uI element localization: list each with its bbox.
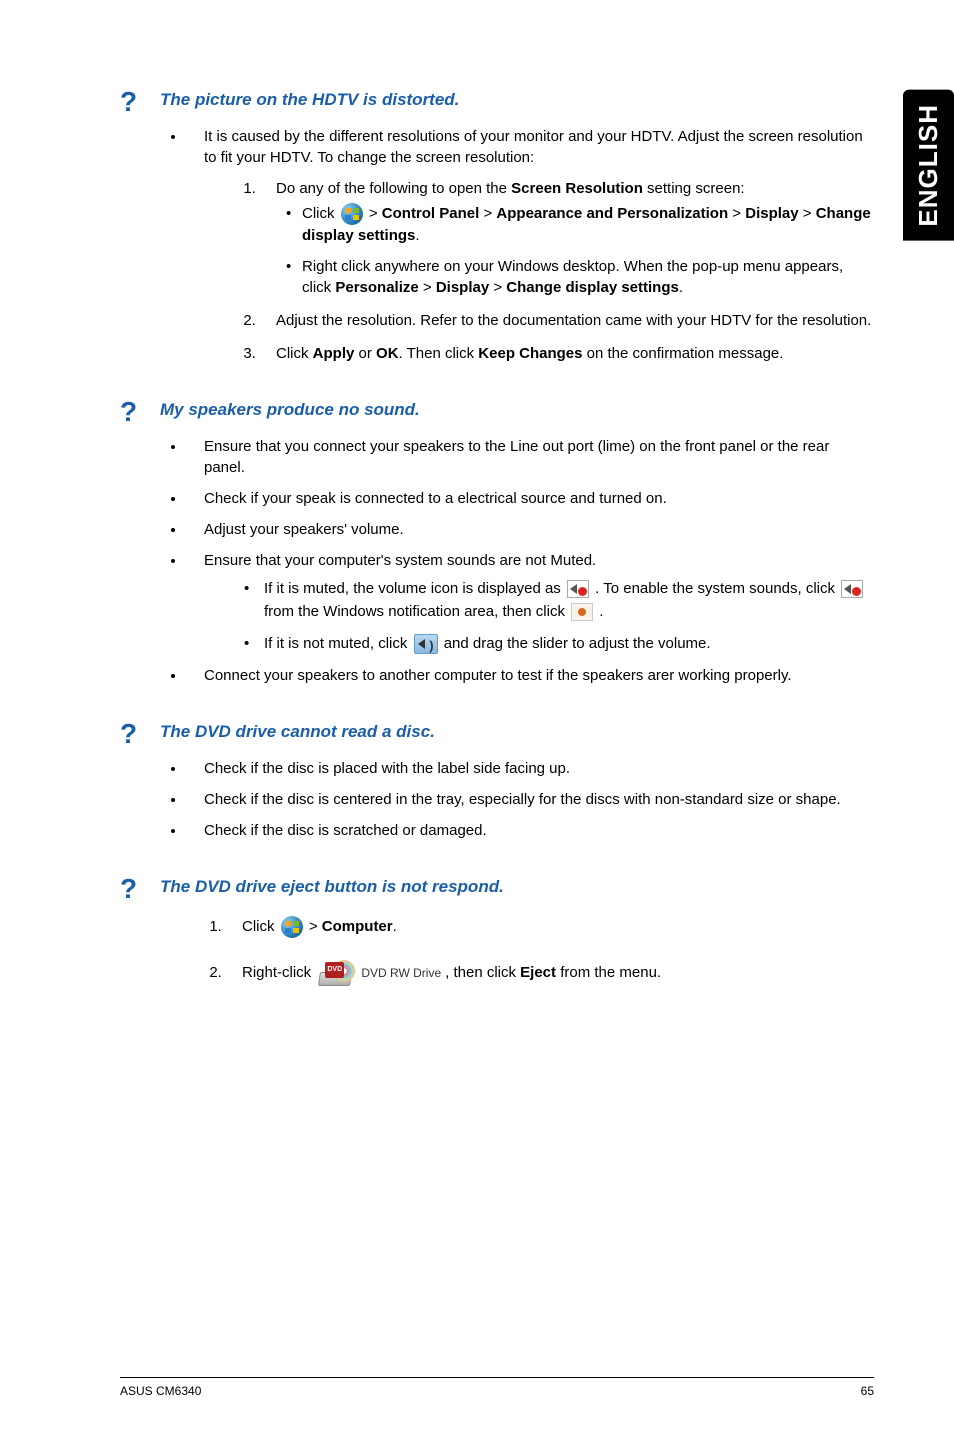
- footer-page-number: 65: [861, 1384, 874, 1398]
- faq-bullet: Check if the disc is placed with the lab…: [186, 758, 874, 779]
- page-content: ? The picture on the HDTV is distorted. …: [0, 0, 954, 988]
- step-item: Right-click DVDDVD RW Drive, then click …: [226, 959, 874, 988]
- footer-model: ASUS CM6340: [120, 1384, 201, 1398]
- sub-step: Click > Control Panel > Appearance and P…: [286, 203, 874, 246]
- windows-start-icon: [281, 916, 303, 938]
- step-item: Click Apply or OK. Then click Keep Chang…: [260, 343, 874, 364]
- faq-section-speakers: ? My speakers produce no sound. Ensure t…: [120, 400, 874, 686]
- faq-bullet: It is caused by the different resolution…: [186, 126, 874, 364]
- question-mark-icon: ?: [120, 398, 160, 426]
- sub-step: If it is muted, the volume icon is displ…: [236, 577, 874, 624]
- speaker-unmute-icon: [571, 603, 593, 621]
- question-mark-icon: ?: [120, 720, 160, 748]
- step-item: Adjust the resolution. Refer to the docu…: [260, 310, 874, 331]
- dvd-drive-label: DVD RW Drive: [361, 962, 441, 985]
- question-mark-icon: ?: [120, 875, 160, 903]
- faq-bullet: Check if your speak is connected to a el…: [186, 488, 874, 509]
- windows-start-icon: [341, 203, 363, 225]
- faq-title: The DVD drive eject button is not respon…: [160, 877, 504, 897]
- faq-section-dvd-read: ? The DVD drive cannot read a disc. Chec…: [120, 722, 874, 841]
- dvd-drive-icon: DVDDVD RW Drive: [319, 960, 441, 986]
- sub-step: Right click anywhere on your Windows des…: [286, 256, 874, 298]
- faq-section-hdtv: ? The picture on the HDTV is distorted. …: [120, 90, 874, 364]
- faq-bullet: Ensure that you connect your speakers to…: [186, 436, 874, 478]
- step-item: Click > Computer.: [226, 913, 874, 942]
- step-item: Do any of the following to open the Scre…: [260, 178, 874, 298]
- page-footer: ASUS CM6340 65: [120, 1377, 874, 1398]
- speaker-volume-icon: [414, 634, 438, 654]
- faq-title: My speakers produce no sound.: [160, 400, 420, 420]
- speaker-muted-icon: [567, 580, 589, 598]
- faq-bullet: Adjust your speakers' volume.: [186, 519, 874, 540]
- faq-title: The picture on the HDTV is distorted.: [160, 90, 459, 110]
- sub-step: If it is not muted, click and drag the s…: [236, 632, 874, 655]
- faq-title: The DVD drive cannot read a disc.: [160, 722, 435, 742]
- speaker-muted-icon: [841, 580, 863, 598]
- faq-bullet: Connect your speakers to another compute…: [186, 665, 874, 686]
- language-tab: ENGLISH: [903, 90, 954, 241]
- faq-bullet: Check if the disc is scratched or damage…: [186, 820, 874, 841]
- question-mark-icon: ?: [120, 88, 160, 116]
- faq-bullet: Check if the disc is centered in the tra…: [186, 789, 874, 810]
- faq-section-dvd-eject: ? The DVD drive eject button is not resp…: [120, 877, 874, 988]
- faq-bullet: Ensure that your computer's system sound…: [186, 550, 874, 655]
